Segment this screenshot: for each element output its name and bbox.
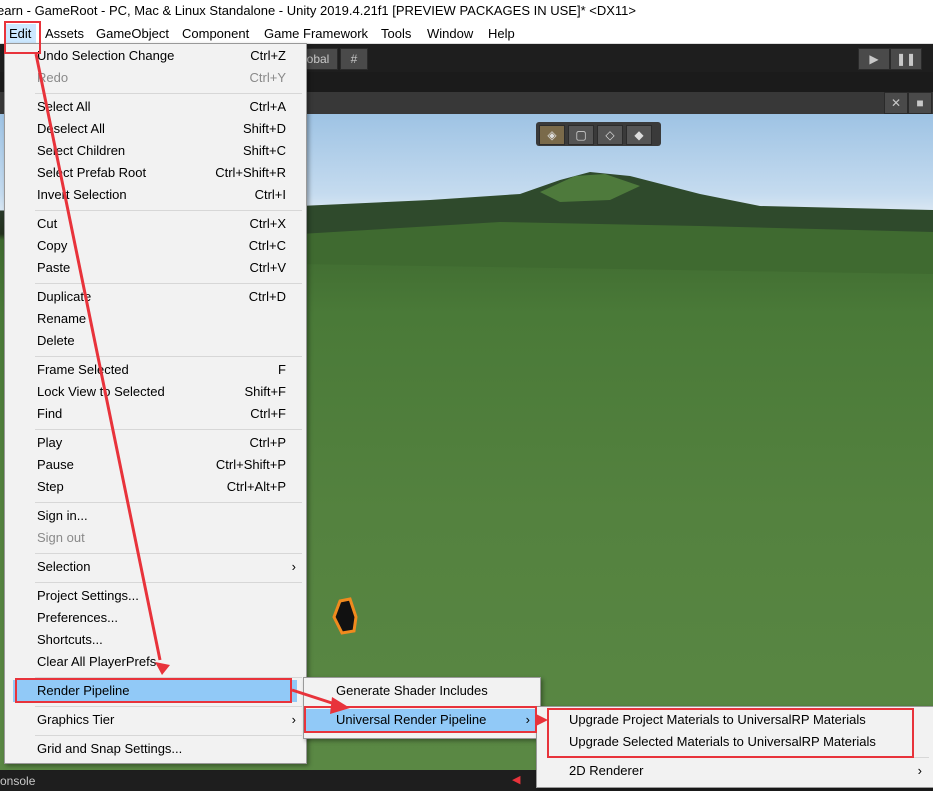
menu-item-paste[interactable]: Paste Ctrl+V <box>5 257 306 279</box>
urp-submenu: Upgrade Project Materials to UniversalRP… <box>536 706 933 788</box>
menu-item-cut[interactable]: Cut Ctrl+X <box>5 213 306 235</box>
menu-item-universal-render-pipeline[interactable]: Universal Render Pipeline › <box>306 709 538 731</box>
menu-item-undo[interactable]: Undo Selection Change Ctrl+Z <box>5 45 306 67</box>
menu-item-generate-shader-includes[interactable]: Generate Shader Includes <box>304 680 540 702</box>
menu-separator <box>35 502 302 503</box>
menu-gameobject[interactable]: GameObject <box>91 24 174 43</box>
menu-item-rename[interactable]: Rename <box>5 308 306 330</box>
menu-item-clear-playerprefs[interactable]: Clear All PlayerPrefs <box>5 651 306 673</box>
menu-item-play[interactable]: Play Ctrl+P <box>5 432 306 454</box>
menu-item-pause[interactable]: Pause Ctrl+Shift+P <box>5 454 306 476</box>
edit-menu: Undo Selection Change Ctrl+Z Redo Ctrl+Y S… <box>4 43 307 764</box>
menu-item-upgrade-project-materials[interactable]: Upgrade Project Materials to UniversalRP… <box>537 709 933 731</box>
menu-separator <box>567 757 929 758</box>
menu-window[interactable]: Window <box>422 24 478 43</box>
menu-separator <box>35 553 302 554</box>
play-icon: ▶ <box>869 52 879 66</box>
menu-separator <box>35 283 302 284</box>
play-button[interactable]: ▶ <box>858 48 890 70</box>
menu-item-graphics-tier[interactable]: Graphics Tier › <box>5 709 306 731</box>
chevron-right-icon: › <box>917 763 922 778</box>
pause-button[interactable]: ❚❚ <box>890 48 922 70</box>
menu-separator <box>35 93 302 94</box>
menu-tools[interactable]: Tools <box>376 24 416 43</box>
menu-separator <box>35 735 302 736</box>
menu-item-selection[interactable]: Selection › <box>5 556 306 578</box>
menu-item-render-pipeline[interactable]: Render Pipeline <box>13 680 297 702</box>
menu-separator <box>35 356 302 357</box>
grid-icon: # <box>350 52 358 66</box>
menu-item-upgrade-selected-materials[interactable]: Upgrade Selected Materials to UniversalR… <box>537 731 933 753</box>
menu-game-framework[interactable]: Game Framework <box>259 24 373 43</box>
chevron-right-icon: › <box>291 712 296 727</box>
warning-icon: ◀ <box>512 774 521 786</box>
selected-object[interactable] <box>328 595 368 645</box>
pause-icon: ❚❚ <box>895 52 917 66</box>
menu-help[interactable]: Help <box>483 24 520 43</box>
console-tab[interactable]: onsole <box>0 772 35 791</box>
chevron-right-icon: › <box>291 559 296 574</box>
menu-assets[interactable]: Assets <box>40 24 89 43</box>
menu-edit[interactable]: Edit <box>4 24 37 43</box>
chevron-right-icon: › <box>525 712 530 727</box>
camera-icon[interactable]: ■ <box>908 92 932 114</box>
tools-icon[interactable]: ✕ <box>884 92 908 114</box>
menu-item-sign-out: Sign out <box>37 530 85 545</box>
menu-separator <box>35 677 302 678</box>
menu-item-redo: Redo Ctrl+Y <box>37 70 286 85</box>
menu-item-delete[interactable]: Delete <box>5 330 306 352</box>
menu-component[interactable]: Component <box>177 24 254 43</box>
menu-separator <box>35 210 302 211</box>
render-pipeline-submenu: Generate Shader Includes Universal Rende… <box>303 677 541 739</box>
menu-separator <box>35 429 302 430</box>
menu-item-project-settings[interactable]: Project Settings... <box>5 585 306 607</box>
menu-item-select-prefab-root[interactable]: Select Prefab Root Ctrl+Shift+R <box>5 162 306 184</box>
menu-item-select-children[interactable]: Select Children Shift+C <box>5 140 306 162</box>
cube-icon[interactable]: ◈ <box>539 125 565 145</box>
menu-item-shortcuts[interactable]: Shortcuts... <box>5 629 306 651</box>
menu-item-duplicate[interactable]: Duplicate Ctrl+D <box>5 286 306 308</box>
scene-orientation-buttons: ◈ ▢ ◇ ◆ <box>536 122 661 146</box>
menu-item-copy[interactable]: Copy Ctrl+C <box>5 235 306 257</box>
menu-item-select-all[interactable]: Select All Ctrl+A <box>5 96 306 118</box>
menu-item-2d-renderer[interactable]: 2D Renderer › <box>537 760 933 782</box>
window-title-bar: earn - GameRoot - PC, Mac & Linux Standa… <box>0 0 933 22</box>
menu-item-lock-view[interactable]: Lock View to Selected Shift+F <box>5 381 306 403</box>
menu-item-preferences[interactable]: Preferences... <box>5 607 306 629</box>
menu-item-find[interactable]: Find Ctrl+F <box>5 403 306 425</box>
menu-separator <box>35 582 302 583</box>
menu-item-deselect-all[interactable]: Deselect All Shift+D <box>5 118 306 140</box>
shaded-box-icon[interactable]: ◆ <box>626 125 652 145</box>
menu-separator <box>35 706 302 707</box>
menu-item-step[interactable]: Step Ctrl+Alt+P <box>5 476 306 498</box>
menu-item-invert-selection[interactable]: Invert Selection Ctrl+I <box>5 184 306 206</box>
box-icon[interactable]: ◇ <box>597 125 623 145</box>
window-title: earn - GameRoot - PC, Mac & Linux Standa… <box>0 3 636 18</box>
grid-snap-button[interactable]: # <box>340 48 368 70</box>
menu-bar: Edit Assets GameObject Component Game Fr… <box>0 22 933 44</box>
menu-item-sign-in[interactable]: Sign in... <box>5 505 306 527</box>
rect-icon[interactable]: ▢ <box>568 125 594 145</box>
menu-item-grid-snap-settings[interactable]: Grid and Snap Settings... <box>5 738 306 760</box>
menu-item-frame-selected[interactable]: Frame Selected F <box>5 359 306 381</box>
